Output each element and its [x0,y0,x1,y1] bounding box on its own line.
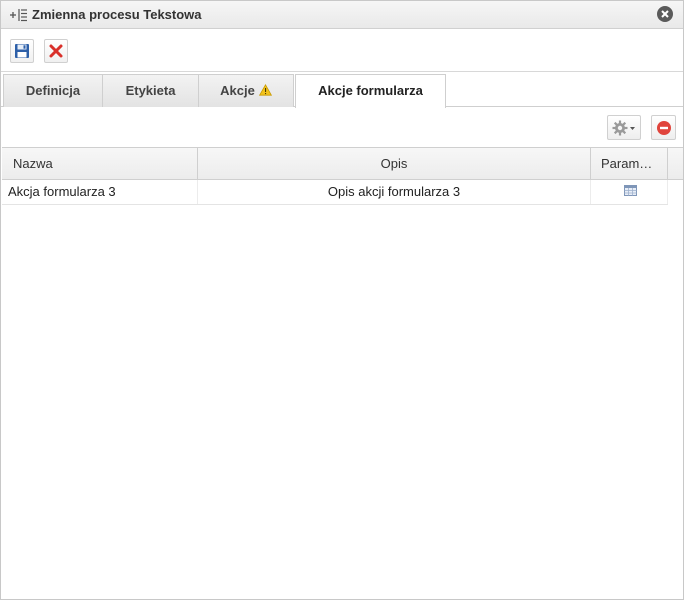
settings-menu-button[interactable] [607,115,641,140]
column-header-param[interactable]: Param… [591,148,668,179]
tab-label: Definicja [25,83,81,98]
tab-definicja[interactable]: Definicja [3,74,103,107]
tab-bar: Definicja Etykieta Akcje Akcje formularz… [1,73,683,108]
tab-label: Akcje formularza [318,83,423,98]
table-icon[interactable] [624,185,637,196]
variable-tree-icon [9,8,29,22]
table-row[interactable]: Akcja formularza 3 Opis akcji formularza… [2,180,668,205]
cancel-button[interactable] [44,39,68,63]
window-title: Zmienna procesu Tekstowa [32,7,202,22]
close-button[interactable] [657,6,673,22]
grid-action-bar [1,108,683,146]
delete-x-icon [49,44,63,58]
close-icon [661,10,669,18]
tab-akcje[interactable]: Akcje [198,74,294,107]
gear-icon [612,120,635,136]
toolbar [1,30,683,72]
tab-label: Akcje [220,83,255,98]
column-header-nazwa[interactable]: Nazwa [2,148,198,179]
title-bar: Zmienna procesu Tekstowa [1,1,683,29]
tab-akcje-formularza[interactable]: Akcje formularza [295,74,446,108]
grid-header: Nazwa Opis Param… [2,147,683,180]
tab-label: Etykieta [125,83,176,98]
cell-nazwa: Akcja formularza 3 [2,180,198,204]
cell-param[interactable] [591,180,668,204]
dialog-window: Zmienna procesu Tekstowa Definicja Etyki… [0,0,684,600]
save-icon [15,44,29,58]
column-header-opis[interactable]: Opis [198,148,591,179]
save-button[interactable] [10,39,34,63]
warning-icon [258,76,272,108]
tab-etykieta[interactable]: Etykieta [102,74,199,107]
remove-icon [657,121,671,135]
cell-opis: Opis akcji formularza 3 [198,180,591,204]
remove-button[interactable] [651,115,676,140]
